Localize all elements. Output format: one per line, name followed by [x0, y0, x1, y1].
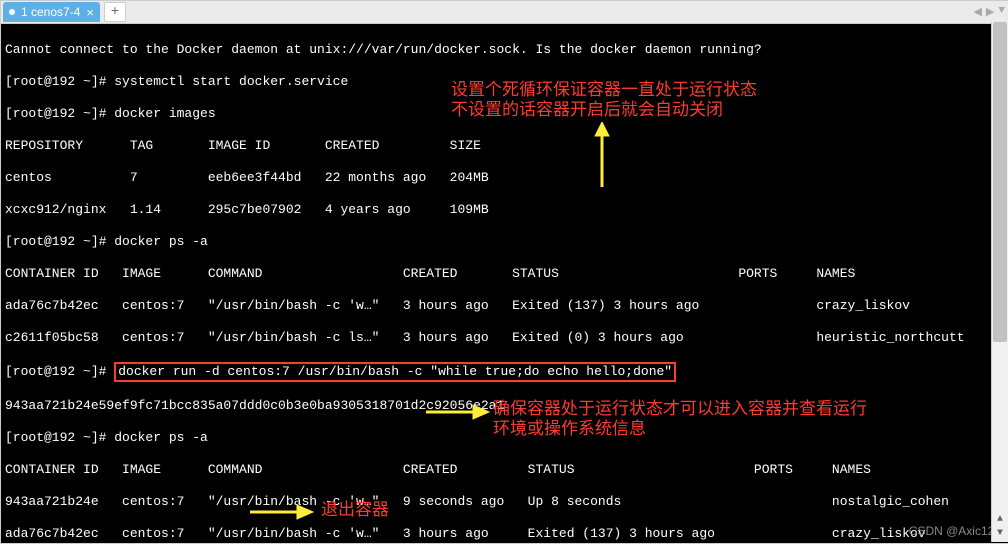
- scroll-down-icon[interactable]: ▼: [994, 528, 1006, 542]
- tab-bar: 1 cenos7-4 × + ◀ ▶ ▼: [1, 1, 1008, 24]
- close-icon[interactable]: ×: [86, 6, 94, 19]
- scrollbar[interactable]: ▲ ▼: [991, 22, 1008, 542]
- highlighted-command: docker run -d centos:7 /usr/bin/bash -c …: [114, 362, 676, 382]
- add-tab-button[interactable]: +: [104, 2, 126, 22]
- tab-active[interactable]: 1 cenos7-4 ×: [3, 2, 100, 22]
- output-line: CONTAINER ID IMAGE COMMAND CREATED STATU…: [5, 462, 1005, 478]
- watermark: CSDN @Axic123: [909, 523, 1001, 539]
- annotation-top: 设置个死循环保证容器一直处于运行状态 不设置的话容器开启后就会自动关闭: [451, 80, 757, 120]
- arrow-icon: [421, 402, 491, 422]
- output-line: ada76c7b42ec centos:7 "/usr/bin/bash -c …: [5, 526, 1005, 542]
- terminal-output[interactable]: Cannot connect to the Docker daemon at u…: [1, 24, 1008, 543]
- terminal-window: 1 cenos7-4 × + ◀ ▶ ▼ Cannot connect to t…: [0, 0, 1008, 544]
- output-line: centos 7 eeb6ee3f44bd 22 months ago 204M…: [5, 170, 1005, 186]
- scrollbar-thumb[interactable]: [993, 22, 1007, 342]
- tab-label: 1 cenos7-4: [21, 5, 80, 19]
- chevron-left-icon[interactable]: ◀: [973, 5, 981, 19]
- output-line: CONTAINER ID IMAGE COMMAND CREATED STATU…: [5, 266, 1005, 282]
- scroll-up-icon[interactable]: ▲: [994, 514, 1006, 528]
- output-line: xcxc912/nginx 1.14 295c7be07902 4 years …: [5, 202, 1005, 218]
- output-line: [root@192 ~]# docker run -d centos:7 /us…: [5, 362, 1005, 382]
- annotation-exit: 退出容器: [321, 500, 389, 520]
- output-line: [root@192 ~]# docker ps -a: [5, 234, 1005, 250]
- arrow-icon: [587, 122, 617, 192]
- tab-nav-arrows: ◀ ▶ ▼: [973, 5, 1005, 19]
- output-line: ada76c7b42ec centos:7 "/usr/bin/bash -c …: [5, 298, 1005, 314]
- tab-status-dot: [9, 9, 15, 15]
- output-line: 943aa721b24e centos:7 "/usr/bin/bash -c …: [5, 494, 1005, 510]
- annotation-mid: 确保容器处于运行状态才可以进入容器并查看运行环境或操作系统信息: [493, 399, 873, 439]
- output-line: REPOSITORY TAG IMAGE ID CREATED SIZE: [5, 138, 1005, 154]
- output-line: Cannot connect to the Docker daemon at u…: [5, 42, 1005, 58]
- chevron-down-icon[interactable]: ▼: [998, 5, 1005, 19]
- output-line: c2611f05bc58 centos:7 "/usr/bin/bash -c …: [5, 330, 1005, 346]
- arrow-icon: [245, 502, 315, 522]
- chevron-right-icon[interactable]: ▶: [986, 5, 994, 19]
